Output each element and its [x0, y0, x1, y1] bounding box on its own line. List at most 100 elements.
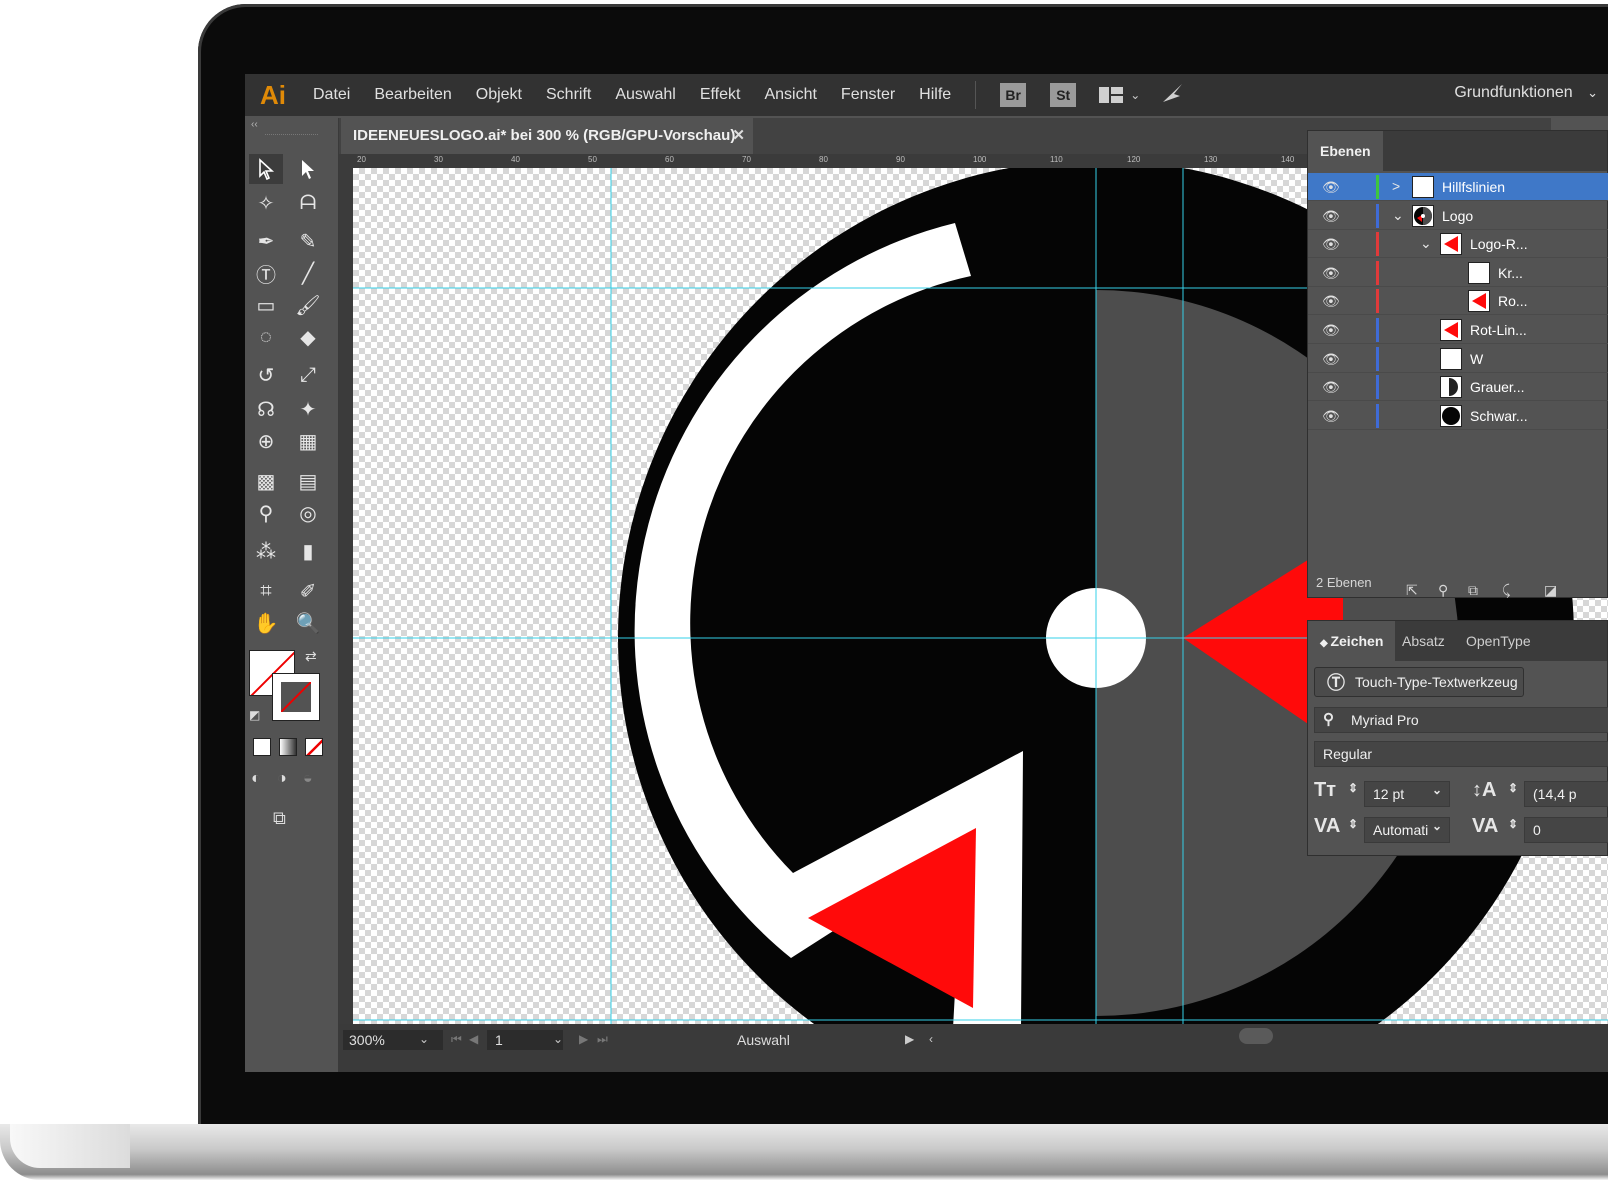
visibility-eye-icon[interactable]: 👁 — [1322, 208, 1340, 225]
tracking-stepper[interactable]: ⇕ — [1508, 817, 1518, 831]
collapse-toolbar-button[interactable]: ‹‹ — [245, 118, 338, 132]
color-mode-none[interactable] — [305, 738, 323, 756]
menu-bearbeiten[interactable]: Bearbeiten — [362, 86, 463, 104]
magic-wand-icon[interactable]: ✧ — [249, 188, 283, 218]
menu-objekt[interactable]: Objekt — [464, 86, 534, 104]
artboard-number-field[interactable]: 1 — [487, 1030, 563, 1050]
draw-behind-icon[interactable]: ◑ — [277, 770, 287, 788]
rotate-tool-icon[interactable]: ↺ — [249, 360, 283, 390]
arrange-documents-icon[interactable]: ⌄ — [1098, 86, 1140, 104]
line-tool-icon[interactable]: ╱ — [291, 258, 325, 288]
toolbar-grip[interactable] — [265, 134, 318, 146]
font-family-field[interactable]: ⚲ Myriad Pro — [1314, 707, 1608, 733]
hand-tool-icon[interactable]: ✋ — [249, 608, 283, 638]
tab-ebenen[interactable]: Ebenen — [1308, 131, 1383, 171]
graph-tool-icon[interactable]: ▮ — [291, 536, 325, 566]
puppet-warp-icon[interactable]: ✦ — [291, 394, 325, 424]
draw-normal-icon[interactable]: ◐ — [251, 770, 261, 788]
lasso-icon[interactable]: ᗩ — [291, 188, 325, 218]
visibility-eye-icon[interactable]: 👁 — [1322, 351, 1340, 368]
paintbrush-icon[interactable]: 🖌 — [291, 290, 325, 320]
layer-row[interactable]: 👁 Ro... — [1308, 287, 1608, 316]
workspace-switcher[interactable]: Grundfunktionen ⌄ — [1454, 84, 1598, 102]
first-artboard-icon[interactable]: ⏮ — [451, 1032, 462, 1047]
expand-layer-icon[interactable]: > — [1392, 178, 1400, 194]
last-artboard-icon[interactable]: ⏭ — [597, 1032, 608, 1047]
tab-zeichen[interactable]: ◆ Zeichen — [1308, 621, 1396, 661]
shape-builder-icon[interactable]: ⊕ — [249, 426, 283, 456]
tracking-field[interactable]: 0 — [1524, 817, 1608, 843]
visibility-eye-icon[interactable]: 👁 — [1322, 379, 1340, 396]
stock-icon[interactable]: St — [1050, 83, 1077, 107]
previous-artboard-icon[interactable]: ◀ — [469, 1032, 478, 1046]
menu-datei[interactable]: Datei — [301, 86, 362, 104]
visibility-eye-icon[interactable]: 👁 — [1322, 408, 1340, 425]
menu-effekt[interactable]: Effekt — [688, 86, 753, 104]
visibility-eye-icon[interactable]: 👁 — [1322, 265, 1340, 282]
rectangle-tool-icon[interactable]: ▭ — [249, 290, 283, 320]
tab-opentype[interactable]: OpenType — [1454, 621, 1543, 661]
new-layer-icon[interactable]: ◪ — [1544, 575, 1557, 605]
leading-stepper[interactable]: ⇕ — [1508, 781, 1518, 795]
artboard-tool-icon[interactable]: ⌗ — [249, 576, 283, 606]
font-size-dropdown-icon[interactable]: ⌄ — [1432, 783, 1442, 797]
gradient-tool-icon[interactable]: ▤ — [291, 466, 325, 496]
scroll-left-icon[interactable]: ‹ — [929, 1032, 933, 1046]
direct-selection-tool-icon[interactable] — [291, 154, 325, 184]
layer-row[interactable]: 👁 Kr... — [1308, 259, 1608, 287]
selection-tool-icon[interactable] — [249, 154, 283, 184]
horizontal-scrollbar-thumb[interactable] — [1239, 1028, 1273, 1044]
layer-row[interactable]: 👁 Schwar... — [1308, 402, 1608, 430]
clipping-mask-icon[interactable]: ⧉ — [1468, 575, 1478, 605]
zoom-tool-icon[interactable]: 🔍 — [291, 608, 325, 638]
layer-row[interactable]: 👁 Rot-Lin... — [1308, 316, 1608, 344]
visibility-eye-icon[interactable]: 👁 — [1322, 322, 1340, 339]
layer-row[interactable]: 👁 ⌄ Logo-R... — [1308, 230, 1608, 259]
swap-colors-icon[interactable]: ⇄ — [305, 648, 317, 665]
warp-tool-icon[interactable]: ☊ — [249, 394, 283, 424]
menu-fenster[interactable]: Fenster — [829, 86, 907, 104]
pen-tool-icon[interactable]: ✒ — [249, 226, 283, 256]
expand-layer-icon[interactable]: ⌄ — [1420, 235, 1432, 252]
gpu-performance-icon[interactable] — [1160, 82, 1186, 109]
layer-row[interactable]: 👁 Grauer... — [1308, 373, 1608, 402]
type-tool-icon[interactable]: Ⓣ — [249, 258, 283, 288]
layer-row[interactable]: 👁 ⌄ Logo — [1308, 202, 1608, 230]
eraser-icon[interactable]: ◆ — [291, 322, 325, 352]
visibility-eye-icon[interactable]: 👁 — [1322, 236, 1340, 253]
expand-layer-icon[interactable]: ⌄ — [1392, 207, 1404, 224]
menu-schrift[interactable]: Schrift — [534, 86, 603, 104]
default-colors-icon[interactable]: ◩ — [249, 708, 260, 722]
kerning-stepper[interactable]: ⇕ — [1348, 817, 1358, 831]
shaper-tool-icon[interactable]: ◌ — [249, 322, 283, 352]
font-size-stepper[interactable]: ⇕ — [1348, 781, 1358, 795]
menu-auswahl[interactable]: Auswahl — [603, 86, 687, 104]
stroke-swatch[interactable] — [272, 673, 320, 721]
slice-tool-icon[interactable]: ✐ — [291, 576, 325, 606]
mesh-tool-icon[interactable]: ▩ — [249, 466, 283, 496]
next-artboard-icon[interactable]: ▶ — [579, 1032, 588, 1046]
bridge-icon[interactable]: Br — [1000, 83, 1027, 107]
touch-type-button[interactable]: Ⓣ Touch-Type-Textwerkzeug — [1314, 667, 1524, 697]
color-mode-gradient[interactable] — [279, 738, 297, 756]
scale-tool-icon[interactable]: ⤢ — [291, 360, 325, 390]
vertical-ruler[interactable] — [339, 168, 353, 1024]
menu-hilfe[interactable]: Hilfe — [907, 86, 963, 104]
symbol-sprayer-icon[interactable]: ⁂ — [249, 536, 283, 566]
tab-absatz[interactable]: Absatz — [1390, 621, 1457, 661]
blend-tool-icon[interactable]: ◎ — [291, 498, 325, 528]
font-style-field[interactable]: Regular — [1314, 741, 1608, 767]
artboard-dropdown-icon[interactable]: ⌄ — [553, 1032, 563, 1046]
status-menu-icon[interactable]: ▶ — [905, 1032, 914, 1046]
visibility-eye-icon[interactable]: 👁 — [1322, 179, 1340, 196]
zoom-dropdown-icon[interactable]: ⌄ — [419, 1032, 429, 1046]
menu-ansicht[interactable]: Ansicht — [752, 86, 828, 104]
close-icon[interactable]: ✕ — [732, 118, 745, 154]
draw-inside-icon[interactable]: ◒ — [303, 770, 313, 788]
kerning-dropdown-icon[interactable]: ⌄ — [1432, 819, 1442, 833]
visibility-eye-icon[interactable]: 👁 — [1322, 293, 1340, 310]
screen-mode-icon[interactable]: ⧉ — [273, 808, 286, 829]
locate-object-icon[interactable]: ⚲ — [1438, 575, 1448, 605]
leading-field[interactable]: (14,4 p — [1524, 781, 1608, 807]
document-tab[interactable]: IDEENEUESLOGO.ai* bei 300 % (RGB/GPU-Vor… — [341, 118, 753, 154]
